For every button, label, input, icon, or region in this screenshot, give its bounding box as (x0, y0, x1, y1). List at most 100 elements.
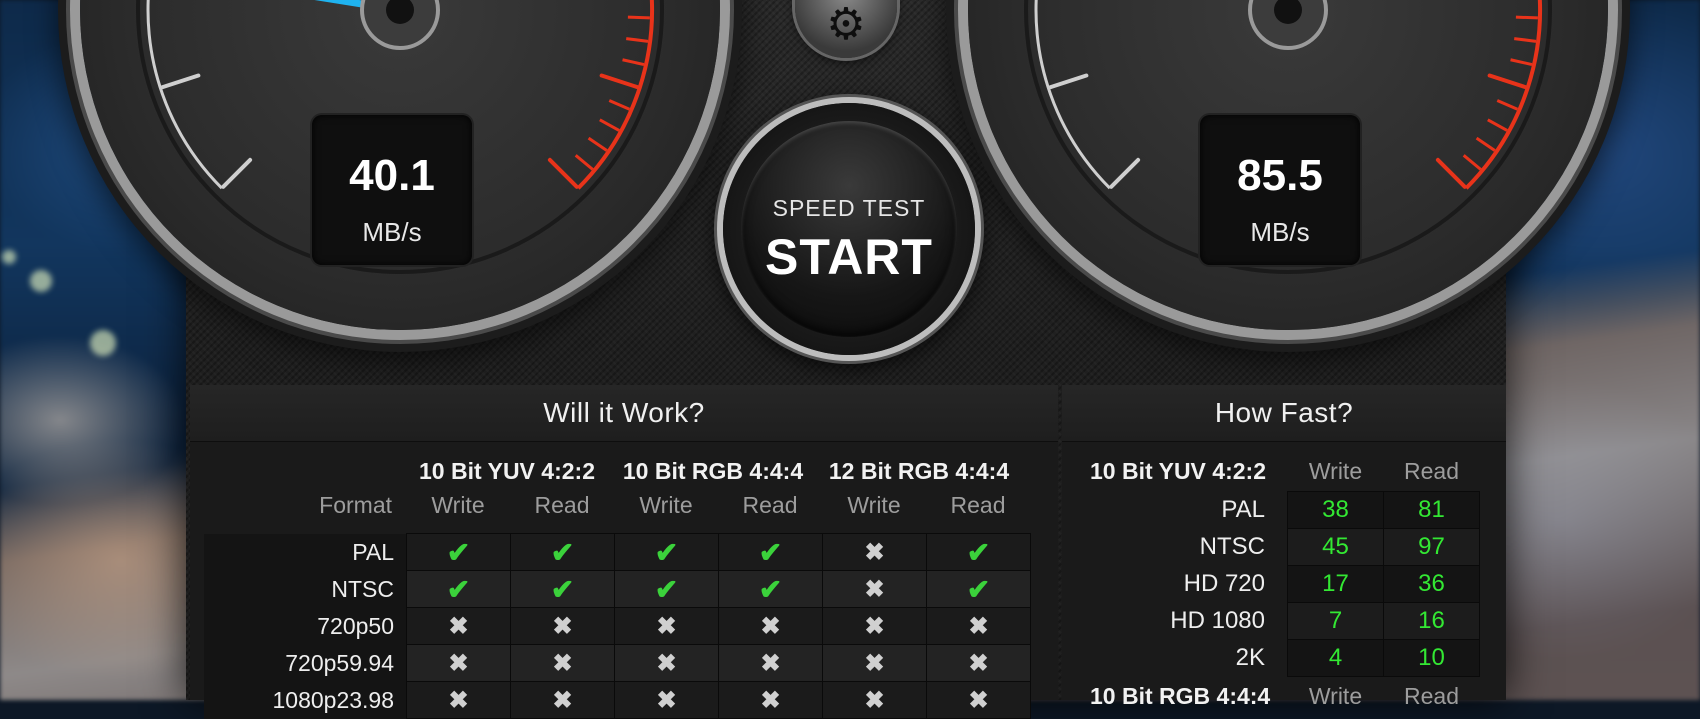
redline-minor-tick (622, 58, 645, 66)
redline-minor-tick (616, 79, 639, 89)
will-it-work-title: Will it Work? (190, 385, 1058, 442)
read-speed-value: 85.5 (1237, 151, 1323, 200)
format-label: 1080p23.98 (204, 681, 407, 719)
format-label: 720p59.94 (204, 644, 407, 682)
cross-icon: ✖ (864, 612, 885, 640)
how-fast-group-10bit-rgb-444: 10 Bit RGB 4:4:4 (1090, 683, 1271, 709)
result-cell: ✖ (926, 644, 1031, 682)
write-speed-value: 40.1 (349, 151, 435, 200)
how-fast-read-header: Read (1404, 683, 1459, 709)
checkmark-icon: ✔ (446, 573, 471, 605)
result-cell: ✖ (926, 607, 1031, 645)
result-cell: ✖ (614, 607, 719, 645)
cross-icon: ✖ (448, 612, 469, 640)
group-header-12bit-rgb-444: 12 Bit RGB 4:4:4 (828, 458, 1010, 484)
dial-tick (221, 157, 253, 189)
cross-icon: ✖ (656, 686, 677, 714)
result-cell: ✖ (510, 644, 615, 682)
will-it-work-table: PAL ✔ ✔ ✔ ✔ ✖ ✔ NTSC ✔ ✔ ✔ ✔ ✖ ✔ 720p50 ✖ ✖ ✖ ✖ ✖ ✖ 720p59.94… (204, 533, 1031, 719)
cross-icon: ✖ (864, 686, 885, 714)
checkmark-icon: ✔ (654, 536, 679, 568)
format-label: PAL (1221, 496, 1265, 523)
cross-icon: ✖ (552, 649, 573, 677)
start-button-label: START (765, 229, 933, 285)
checkmark-icon: ✔ (446, 536, 471, 568)
cross-icon: ✖ (656, 612, 677, 640)
result-cell: ✖ (718, 681, 823, 719)
write-fps-value: 17 (1287, 565, 1384, 603)
how-fast-read-header: Read (1404, 458, 1459, 484)
checkmark-icon: ✔ (966, 573, 991, 605)
redline-minor-tick (1487, 118, 1508, 132)
format-label: HD 720 (1183, 570, 1265, 597)
redline-minor-tick (1448, 170, 1466, 188)
read-fps-value: 81 (1383, 491, 1480, 529)
result-cell: ✔ (926, 533, 1031, 571)
format-label: PAL (204, 533, 407, 571)
cross-icon: ✖ (760, 649, 781, 677)
checkmark-icon: ✔ (550, 536, 575, 568)
result-cell: ✖ (822, 570, 927, 608)
result-cell: ✔ (614, 570, 719, 608)
read-speed-readout: 85.5 MB/s (1200, 115, 1360, 265)
start-button[interactable]: SPEED TEST START (741, 121, 957, 337)
gear-icon: ⚙ (826, 0, 866, 49)
checkmark-icon: ✔ (966, 536, 991, 568)
table-row: 1080p23.98 ✖ ✖ ✖ ✖ ✖ ✖ (204, 681, 1031, 719)
table-row: 2K 4 10 (1062, 639, 1480, 677)
format-label: 720p50 (204, 607, 407, 645)
cross-icon: ✖ (656, 649, 677, 677)
bokeh-light (30, 270, 52, 292)
write-fps-value: 4 (1287, 639, 1384, 677)
read-fps-value: 36 (1383, 565, 1480, 603)
table-row: HD 720 17 36 (1062, 565, 1480, 603)
table-row: NTSC 45 97 (1062, 528, 1480, 566)
how-fast-group-10bit-yuv-422: 10 Bit YUV 4:2:2 (1090, 458, 1266, 484)
redline-minor-tick (1462, 154, 1482, 171)
write-speed-readout: 40.1 MB/s (312, 115, 472, 265)
cross-icon: ✖ (968, 612, 989, 640)
write-speed-unit: MB/s (362, 217, 422, 247)
checkmark-icon: ✔ (654, 573, 679, 605)
table-row: 720p59.94 ✖ ✖ ✖ ✖ ✖ ✖ (204, 644, 1031, 682)
cross-icon: ✖ (760, 612, 781, 640)
result-cell: ✖ (510, 607, 615, 645)
redline-minor-tick (1510, 58, 1533, 66)
result-cell: ✖ (822, 607, 927, 645)
redline-minor-tick (608, 99, 631, 111)
result-cell: ✖ (614, 681, 719, 719)
result-cell: ✔ (406, 570, 511, 608)
write-column-header: Write (847, 492, 901, 518)
redline-minor-tick (1504, 79, 1527, 89)
write-fps-value: 45 (1287, 528, 1384, 566)
result-cell: ✔ (614, 533, 719, 571)
result-cell: ✖ (614, 644, 719, 682)
checkmark-icon: ✔ (550, 573, 575, 605)
checkmark-icon: ✔ (758, 536, 783, 568)
format-label: NTSC (1199, 533, 1265, 560)
table-row: HD 1080 7 16 (1062, 602, 1480, 640)
read-fps-value: 97 (1383, 528, 1480, 566)
cross-icon: ✖ (552, 612, 573, 640)
dial-tick (1048, 73, 1089, 90)
table-row: PAL ✔ ✔ ✔ ✔ ✖ ✔ (204, 533, 1031, 571)
cross-icon: ✖ (864, 575, 885, 603)
bokeh-light (90, 330, 116, 356)
dial-tick (160, 73, 201, 90)
result-cell: ✔ (718, 570, 823, 608)
read-fps-value: 10 (1383, 639, 1480, 677)
result-cell: ✖ (406, 681, 511, 719)
redline-minor-tick (1515, 15, 1538, 20)
result-cell: ✖ (718, 607, 823, 645)
group-header-10bit-rgb-444: 10 Bit RGB 4:4:4 (622, 458, 804, 484)
group-header-10bit-yuv-422: 10 Bit YUV 4:2:2 (419, 458, 595, 484)
dial-tick (1109, 157, 1141, 189)
write-column-header: Write (639, 492, 693, 518)
redline-minor-tick (626, 37, 649, 43)
read-column-header: Read (950, 492, 1006, 518)
redline-minor-tick (560, 170, 578, 188)
result-cell: ✖ (926, 681, 1031, 719)
result-cell: ✔ (926, 570, 1031, 608)
redline-minor-tick (1514, 37, 1537, 43)
cross-icon: ✖ (864, 538, 885, 566)
